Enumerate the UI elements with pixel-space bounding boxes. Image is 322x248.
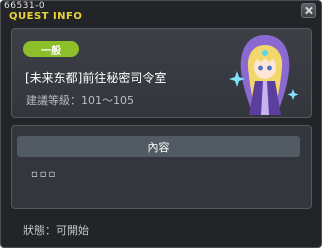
content-header: 內容: [17, 136, 300, 157]
portrait-eye-right: [267, 65, 272, 71]
portrait-gem: [262, 50, 268, 56]
sparkle-icon: [287, 89, 299, 100]
quest-status: 狀態：可開始: [23, 224, 89, 237]
window-title: QUEST INFO: [9, 11, 83, 22]
quest-info-window: 66531-0 QUEST INFO 一般 [未来东都]前往秘密司令室 建議等級…: [0, 0, 322, 248]
quest-category-badge: 一般: [23, 41, 79, 57]
recommended-level: 建議等級：101～105: [26, 94, 134, 107]
npc-portrait: [229, 35, 299, 115]
close-icon[interactable]: [301, 3, 316, 18]
portrait-eye-left: [258, 65, 263, 71]
quest-name: [未来东都]前往秘密司令室: [25, 71, 167, 85]
quest-id: 66531-0: [4, 1, 46, 11]
content-text: ▫▫▫: [31, 169, 58, 180]
